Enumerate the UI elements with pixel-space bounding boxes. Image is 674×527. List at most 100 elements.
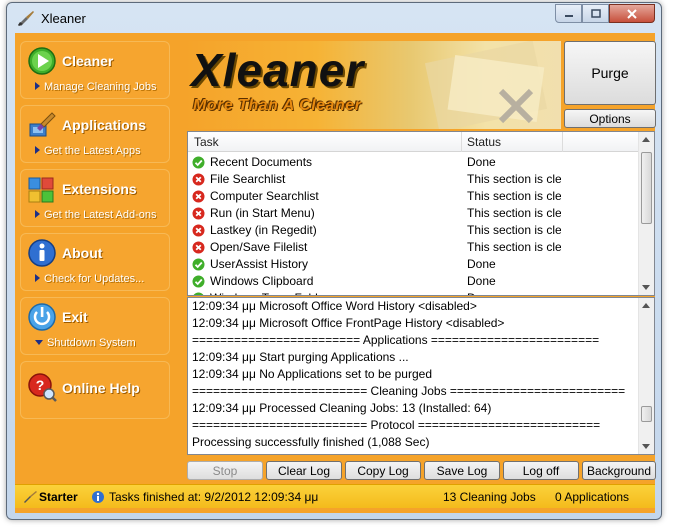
- table-row[interactable]: File Searchlist This section is clear: [188, 171, 640, 188]
- task-status: This section is clear: [467, 189, 561, 203]
- sidebar-item-online-help[interactable]: ? Online Help: [20, 361, 170, 419]
- task-list-scrollbar[interactable]: [638, 132, 654, 295]
- close-button[interactable]: [609, 4, 655, 23]
- power-icon: [28, 303, 56, 331]
- scroll-down-icon[interactable]: [642, 285, 650, 290]
- task-name: File Searchlist: [210, 172, 286, 186]
- log-line: 12:09:34 μμ No Applications set to be pu…: [192, 367, 432, 381]
- table-row[interactable]: Windows Clipboard Done: [188, 273, 640, 290]
- table-row[interactable]: UserAssist History Done: [188, 256, 640, 273]
- copy-log-button[interactable]: Copy Log: [345, 461, 421, 480]
- status-message: Tasks finished at: 9/2/2012 12:09:34 μμ: [109, 490, 319, 504]
- main-client: Cleaner Manage Cleaning Jobs Application…: [15, 33, 657, 513]
- maximize-button[interactable]: [582, 4, 609, 23]
- sidebar-item-extensions[interactable]: Extensions Get the Latest Add-ons: [20, 169, 170, 227]
- sidebar-item-subtitle: Shutdown System: [35, 337, 136, 349]
- task-name: Windows Temp Folder: [210, 291, 329, 295]
- help-icon: ?: [28, 373, 57, 402]
- log-output[interactable]: 12:09:34 μμ Microsoft Office Word Histor…: [187, 297, 655, 455]
- sidebar-item-title: Extensions: [62, 181, 137, 197]
- info-icon: [92, 491, 104, 503]
- brush-icon: [29, 112, 56, 137]
- sidebar-item-about[interactable]: About Check for Updates...: [20, 233, 170, 291]
- check-circle-icon: [192, 156, 205, 169]
- task-status: This section is clear: [467, 206, 561, 220]
- task-name: Windows Clipboard: [210, 274, 314, 288]
- task-name: Run (in Start Menu): [210, 206, 315, 220]
- log-toolbar: Stop Clear Log Copy Log Save Log Log off…: [187, 461, 657, 481]
- error-circle-icon: [192, 207, 205, 220]
- error-circle-icon: [192, 241, 205, 254]
- error-circle-icon: [192, 190, 205, 203]
- window-title: Xleaner: [41, 11, 86, 26]
- scroll-up-icon[interactable]: [642, 137, 650, 142]
- column-header-status[interactable]: Status: [467, 135, 501, 149]
- sidebar-item-subtitle: Manage Cleaning Jobs: [35, 81, 157, 93]
- purge-button[interactable]: Purge: [564, 41, 656, 105]
- sidebar-item-subtitle: Get the Latest Apps: [35, 145, 141, 157]
- clear-log-button[interactable]: Clear Log: [266, 461, 342, 480]
- options-button[interactable]: Options: [564, 109, 656, 128]
- broom-icon: [24, 491, 37, 503]
- column-header-task[interactable]: Task: [194, 135, 219, 149]
- table-row[interactable]: Recent Documents Done: [188, 154, 640, 171]
- task-name: Lastkey (in Regedit): [210, 223, 317, 237]
- task-name: Open/Save Filelist: [210, 240, 308, 254]
- check-circle-icon: [193, 292, 204, 295]
- log-line: Processing successfully finished (1,088 …: [192, 435, 430, 449]
- maximize-icon: [590, 9, 601, 18]
- task-status: Done: [467, 257, 496, 271]
- task-name: Recent Documents: [210, 155, 313, 169]
- log-line: 12:09:34 μμ Start purging Applications .…: [192, 350, 409, 364]
- task-list-header: Task Status: [188, 132, 640, 152]
- log-line: 12:09:34 μμ Microsoft Office Word Histor…: [192, 299, 477, 313]
- save-log-button[interactable]: Save Log: [424, 461, 500, 480]
- close-icon: [627, 8, 637, 19]
- info-icon: [28, 239, 56, 267]
- task-list[interactable]: Task Status Recent Documents Done File Sea…: [187, 131, 655, 296]
- sidebar-item-applications[interactable]: Applications Get the Latest Apps: [20, 105, 170, 163]
- task-name: Computer Searchlist: [210, 189, 319, 203]
- sidebar: Cleaner Manage Cleaning Jobs Application…: [15, 41, 170, 425]
- sidebar-item-cleaner[interactable]: Cleaner Manage Cleaning Jobs: [20, 41, 170, 99]
- minimize-button[interactable]: [555, 4, 582, 23]
- sidebar-item-title: Online Help: [62, 380, 140, 396]
- app-window: Xleaner Cleaner Manage Cleaning Jobs App…: [6, 2, 662, 520]
- sidebar-item-subtitle: Get the Latest Add-ons: [35, 209, 157, 221]
- task-status: Done: [467, 274, 496, 288]
- sidebar-item-exit[interactable]: Exit Shutdown System: [20, 297, 170, 355]
- log-off-button[interactable]: Log off: [503, 461, 579, 480]
- stop-button[interactable]: Stop: [187, 461, 263, 480]
- scroll-up-icon[interactable]: [642, 303, 650, 308]
- table-row[interactable]: Lastkey (in Regedit) This section is clea…: [188, 222, 640, 239]
- status-applications: 0 Applications: [555, 490, 630, 504]
- log-line: ========================= Protocol =====…: [192, 418, 601, 432]
- table-row[interactable]: Computer Searchlist This section is clear: [188, 188, 640, 205]
- log-line: 12:09:34 μμ Microsoft Office FrontPage H…: [192, 316, 505, 330]
- task-status: Done: [467, 291, 561, 295]
- status-bar: Starter Tasks finished at: 9/2/2012 12:0…: [15, 484, 655, 508]
- log-line: ========================= Cleaning Jobs …: [192, 384, 626, 398]
- status-mode: Starter: [39, 490, 78, 504]
- banner: Xleaner More Than A Cleaner: [185, 41, 561, 129]
- sidebar-item-subtitle: Check for Updates...: [35, 273, 144, 285]
- task-status: This section is clear: [467, 223, 561, 237]
- table-row[interactable]: Open/Save Filelist This section is clear: [188, 239, 640, 256]
- sidebar-item-title: Applications: [62, 117, 147, 133]
- svg-text:?: ?: [36, 377, 45, 393]
- title-bar[interactable]: Xleaner: [7, 3, 661, 33]
- scroll-thumb[interactable]: [641, 152, 652, 224]
- task-name: UserAssist History: [210, 257, 309, 271]
- log-scrollbar[interactable]: [638, 298, 654, 454]
- table-row[interactable]: Windows Temp Folder Done: [188, 290, 640, 295]
- task-status: This section is clear: [467, 240, 561, 254]
- task-status: This section is clear: [467, 172, 561, 186]
- cubes-icon: [28, 177, 54, 203]
- background-button[interactable]: Background: [582, 461, 656, 480]
- sidebar-item-title: About: [62, 245, 103, 261]
- banner-title: Xleaner: [191, 44, 365, 96]
- log-line: 12:09:34 μμ Processed Cleaning Jobs: 13 …: [192, 401, 492, 415]
- scroll-thumb[interactable]: [641, 406, 652, 422]
- table-row[interactable]: Run (in Start Menu) This section is clear: [188, 205, 640, 222]
- scroll-down-icon[interactable]: [642, 444, 650, 449]
